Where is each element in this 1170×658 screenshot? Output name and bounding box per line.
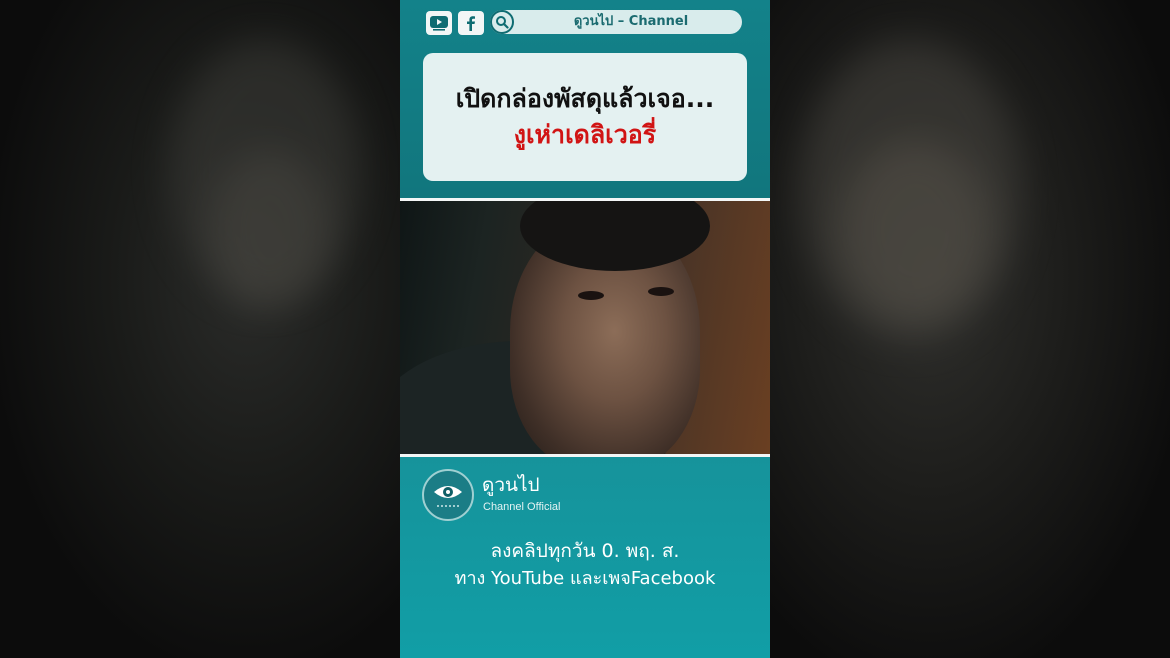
footer-band: ดูวนไป Channel Official ลงคลิปทุกวัน 0. …: [400, 457, 770, 658]
title-line-1: เปิดกล่องพัสดุแล้วเจอ...: [455, 84, 715, 113]
blurred-backdrop-right: [770, 0, 1170, 658]
platform-text: ทาง YouTube และเพจFacebook: [454, 568, 716, 589]
title-line-2: งูเห่าเดลิเวอรี่: [513, 120, 657, 149]
upload-schedule-text: ลงคลิปทุกวัน 0. พฤ. ส.: [490, 540, 680, 562]
facebook-icon: [458, 11, 484, 35]
social-icons: [426, 10, 490, 36]
channel-search-bar: ดูวนไป – Channel: [490, 10, 742, 34]
brand-tagline: Channel Official: [483, 501, 561, 513]
channel-label: ดูวนไป – Channel: [573, 14, 689, 29]
video-figure-eye: [578, 291, 604, 300]
eye-logo-icon: [422, 469, 474, 521]
short-video-frame[interactable]: ดูวนไป – Channel เปิดกล่องพัสดุแล้วเจอ..…: [400, 0, 770, 658]
brand-name: ดูวนไป: [482, 474, 540, 496]
header-band: ดูวนไป – Channel เปิดกล่องพัสดุแล้วเจอ..…: [400, 0, 770, 198]
video-figure-eye: [648, 287, 674, 296]
youtube-icon: [426, 11, 452, 35]
video-still[interactable]: [400, 201, 770, 454]
title-card: เปิดกล่องพัสดุแล้วเจอ... งูเห่าเดลิเวอรี…: [423, 53, 747, 181]
blurred-backdrop-left: [0, 0, 400, 658]
search-icon: [490, 10, 514, 34]
